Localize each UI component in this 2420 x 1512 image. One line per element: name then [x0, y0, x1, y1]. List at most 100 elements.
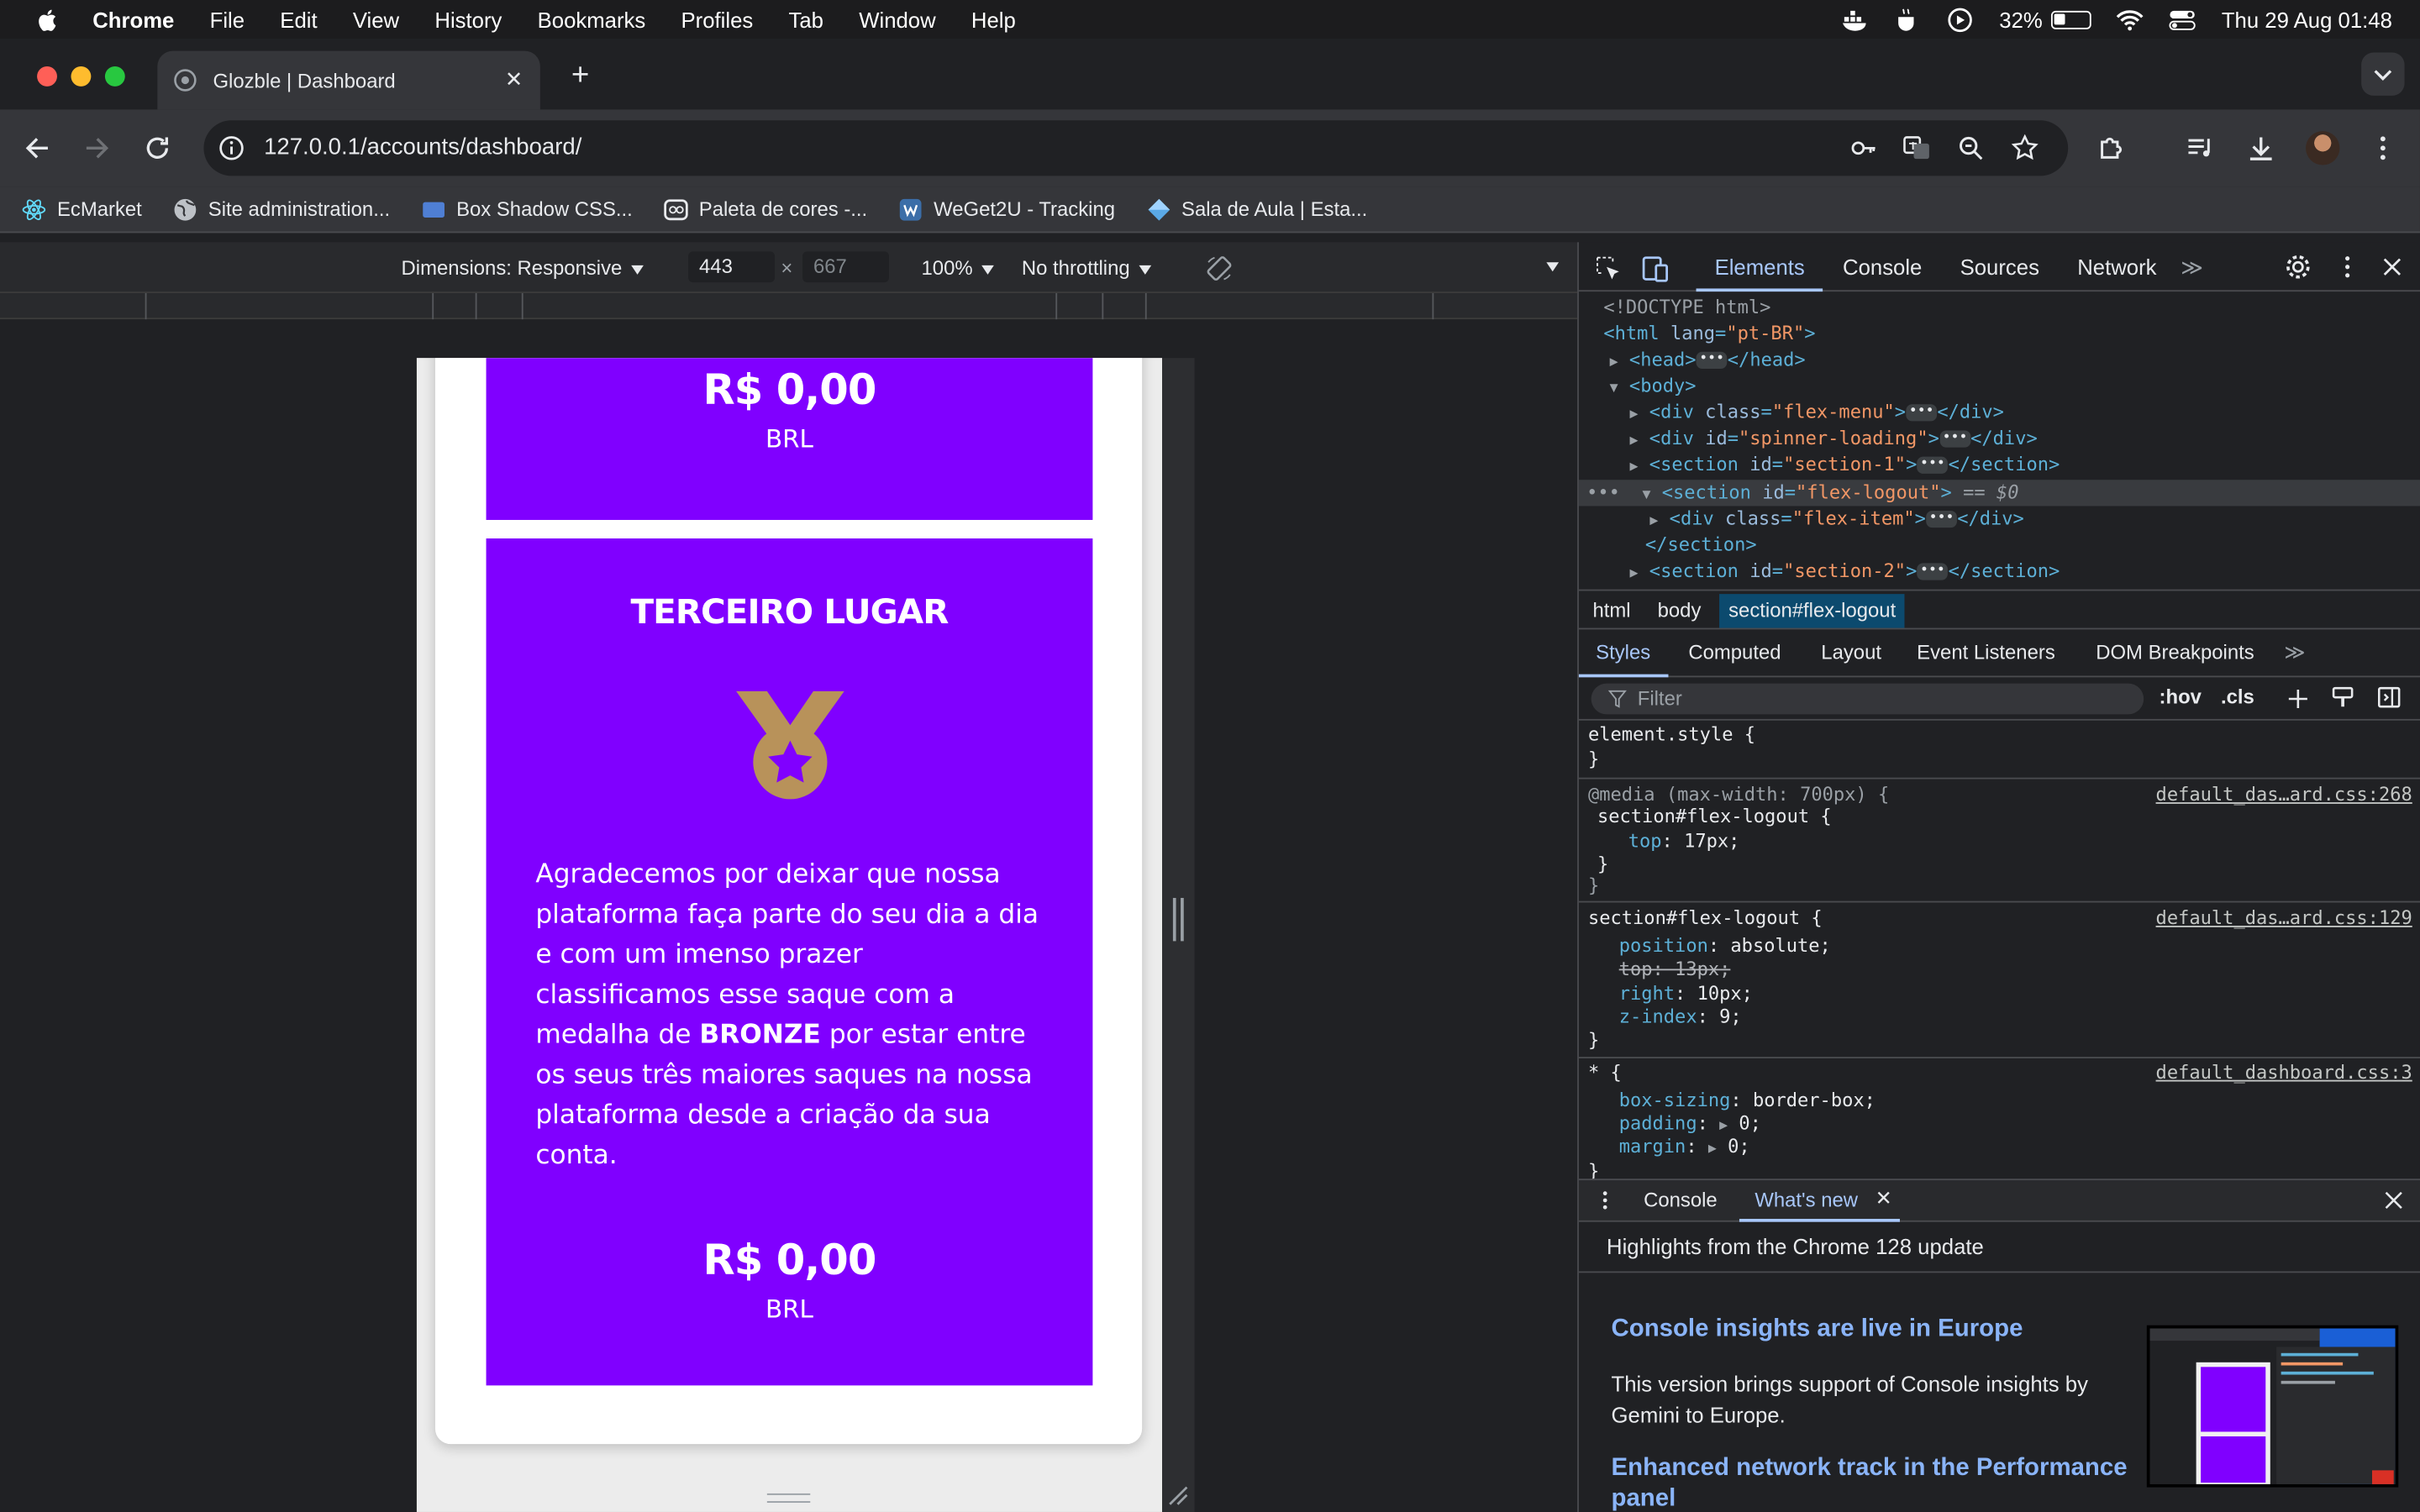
settings-gear-icon[interactable] — [2284, 253, 2312, 281]
breadcrumb-section-flex-logout[interactable]: section#flex-logout — [1719, 594, 1906, 628]
control-center-icon[interactable] — [2169, 7, 2196, 31]
whats-new-heading[interactable]: Enhanced network track in the Performanc… — [1612, 1453, 2152, 1512]
menu-view[interactable]: View — [353, 7, 399, 31]
stylesheet-link[interactable]: default_das…ard.css:268 — [2156, 784, 2412, 806]
style-declaration[interactable]: margin: ▶ 0; — [1619, 1136, 1750, 1159]
tab-elements[interactable]: Elements — [1715, 255, 1805, 279]
rotate-icon[interactable] — [1204, 253, 1235, 284]
device-options-caret-icon[interactable] — [1546, 262, 1560, 272]
kebab-menu-icon[interactable] — [2333, 253, 2361, 281]
minimize-window-button[interactable] — [71, 66, 92, 87]
tab-glozble-dashboard[interactable]: Glozble | Dashboard ✕ — [157, 50, 540, 110]
dom-section-close[interactable]: </section> — [1645, 533, 1757, 559]
hov-toggle[interactable]: :hov — [2160, 685, 2202, 708]
menu-profiles[interactable]: Profiles — [681, 7, 754, 31]
tab-layout[interactable]: Layout — [1821, 640, 1881, 664]
close-window-button[interactable] — [37, 66, 57, 87]
inspect-element-icon[interactable] — [1594, 255, 1622, 282]
docker-icon[interactable] — [1842, 7, 1870, 31]
dom-doctype[interactable]: <!DOCTYPE html> — [1603, 295, 1770, 321]
whats-new-heading[interactable]: Console insights are live in Europe — [1612, 1316, 2023, 1344]
drawer-tab-console[interactable]: Console — [1644, 1188, 1718, 1211]
new-tab-button[interactable]: + — [565, 60, 596, 92]
corner-resize-icon[interactable] — [1167, 1484, 1189, 1506]
drawer-tab-whats-new[interactable]: What's new — [1754, 1188, 1858, 1211]
stylesheet-link[interactable]: default_dashboard.css:3 — [2156, 1062, 2412, 1084]
element-style-rule[interactable]: element.style { — [1588, 723, 1755, 747]
dom-body[interactable]: ▼ <body> — [1610, 373, 1697, 399]
menu-bookmarks[interactable]: Bookmarks — [538, 7, 646, 31]
menubar-clock[interactable]: Thu 29 Aug 01:48 — [2222, 7, 2392, 31]
menu-tab[interactable]: Tab — [788, 7, 823, 31]
style-declaration[interactable]: z-index: 9; — [1619, 1006, 1742, 1030]
style-declaration[interactable]: box-sizing: border-box; — [1619, 1089, 1876, 1113]
style-declaration[interactable]: position: absolute; — [1619, 935, 1831, 958]
tab-search-button[interactable] — [2361, 52, 2405, 96]
whats-new-thumbnail[interactable] — [2146, 1325, 2399, 1488]
url-text[interactable]: 127.0.0.1/accounts/dashboard/ — [264, 134, 581, 160]
zoom-dropdown[interactable]: 100% — [922, 256, 995, 279]
stylesheet-link[interactable]: default_das…ard.css:129 — [2156, 907, 2412, 929]
menu-file[interactable]: File — [210, 7, 245, 31]
translate-icon[interactable] — [1903, 134, 1931, 162]
dom-head[interactable]: ▶ <head> ••• </head> — [1610, 347, 1806, 373]
overridden-declaration[interactable]: top: 13px; — [1619, 958, 1731, 982]
drawer-menu-icon[interactable] — [1594, 1189, 1616, 1211]
apple-icon[interactable] — [34, 5, 61, 33]
style-declaration[interactable]: padding: ▶ 0; — [1619, 1112, 1761, 1136]
profile-avatar[interactable] — [2306, 131, 2340, 165]
wifi-icon[interactable] — [2117, 7, 2144, 31]
more-subtabs-chevron-icon[interactable]: ≫ — [2284, 640, 2305, 664]
rule-selector[interactable]: * { — [1588, 1062, 1622, 1085]
tab-network[interactable]: Network — [2077, 255, 2156, 279]
paint-brush-icon[interactable] — [2330, 685, 2354, 709]
dom-section-flex-logout[interactable]: ••• ▼ <section id="flex-logout"> == $0 — [1586, 480, 2018, 506]
media-controls-icon[interactable] — [2186, 133, 2217, 164]
dom-div-flex-menu[interactable]: ▶ <div class="flex-menu"> ••• </div> — [1630, 400, 2004, 426]
reload-icon[interactable] — [140, 131, 174, 165]
dom-div-flex-item[interactable]: ▶ <div class="flex-item"> ••• </div> — [1649, 506, 2023, 532]
tab-styles[interactable]: Styles — [1596, 640, 1650, 664]
bookmark-sala-de-aula[interactable]: Sala de Aula | Esta... — [1146, 197, 1367, 221]
viewport-height-input[interactable]: 667 — [802, 251, 889, 283]
add-style-rule-icon[interactable] — [2286, 686, 2310, 711]
password-key-icon[interactable] — [1849, 134, 1876, 162]
toggle-sidebar-icon[interactable] — [2377, 685, 2402, 709]
dom-section-1[interactable]: ▶ <section id="section-1"> ••• </section> — [1630, 452, 2060, 478]
close-drawer-icon[interactable] — [2383, 1189, 2405, 1211]
menu-edit[interactable]: Edit — [280, 7, 317, 31]
device-toggle-icon[interactable] — [1640, 253, 1671, 284]
address-bar[interactable]: 127.0.0.1/accounts/dashboard/ — [203, 120, 2069, 176]
close-devtools-icon[interactable] — [2378, 253, 2406, 281]
forward-icon[interactable] — [79, 131, 113, 165]
maximize-window-button[interactable] — [104, 66, 125, 87]
dimensions-dropdown[interactable]: Dimensions: Responsive — [402, 256, 644, 279]
bookmark-ecmarket[interactable]: EcMarket — [22, 197, 142, 221]
bookmark-box-shadow-css[interactable]: Box Shadow CSS... — [421, 197, 633, 221]
menu-history[interactable]: History — [434, 7, 502, 31]
dom-div-spinner[interactable]: ▶ <div id="spinner-loading"> ••• </div> — [1630, 426, 2038, 452]
downloads-icon[interactable] — [2245, 133, 2276, 164]
close-whats-new-icon[interactable]: ✕ — [1876, 1186, 1892, 1210]
tab-sources[interactable]: Sources — [1960, 255, 2039, 279]
menu-app-name[interactable]: Chrome — [92, 7, 174, 31]
menu-window[interactable]: Window — [859, 7, 935, 31]
cls-toggle[interactable]: .cls — [2221, 685, 2254, 708]
style-declaration[interactable]: top: 17px; — [1628, 830, 1740, 853]
site-info-icon[interactable] — [218, 134, 245, 162]
menu-help[interactable]: Help — [971, 7, 1016, 31]
tab-event-listeners[interactable]: Event Listeners — [1917, 640, 2055, 664]
zoom-icon[interactable] — [1957, 134, 1985, 162]
coffee-cup-icon[interactable] — [1894, 7, 1922, 31]
bookmark-star-icon[interactable] — [2011, 134, 2039, 162]
extensions-puzzle-icon[interactable] — [2096, 133, 2127, 164]
tab-computed[interactable]: Computed — [1688, 640, 1781, 664]
tab-console[interactable]: Console — [1843, 255, 1922, 279]
bottom-resize-handle[interactable] — [766, 1493, 811, 1503]
rule-selector[interactable]: section#flex-logout { — [1588, 907, 1823, 931]
style-declaration[interactable]: right: 10px; — [1619, 983, 1753, 1006]
tab-dom-breakpoints[interactable]: DOM Breakpoints — [2096, 640, 2254, 664]
bookmark-weget2u-tracking[interactable]: WeGet2U - Tracking — [898, 197, 1115, 221]
dom-html[interactable]: <html lang="pt-BR"> — [1603, 321, 1815, 347]
styles-filter-input[interactable]: Filter — [1591, 683, 2144, 715]
